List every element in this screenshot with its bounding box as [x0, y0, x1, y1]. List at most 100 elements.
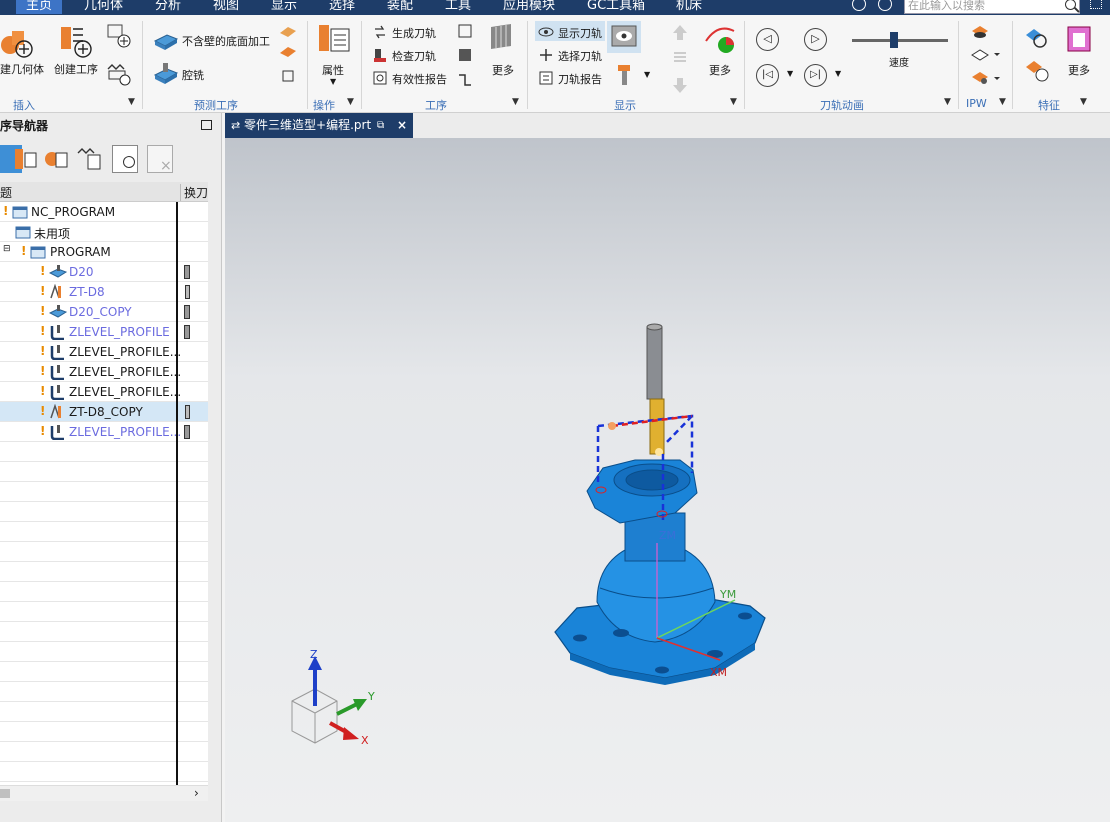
zlevel-op-icon [50, 345, 64, 360]
menu-display[interactable]: 显示 [271, 0, 297, 14]
step-back-icon[interactable]: ◁ [756, 28, 779, 51]
tool-change-icon [184, 265, 190, 279]
warning-icon: ! [3, 204, 9, 218]
zm-label: ZM [659, 529, 677, 542]
group-ipw-label: IPW [966, 97, 987, 110]
graphics-viewport[interactable]: ZM YM XM Z Y X [225, 138, 1110, 822]
path-report-button[interactable]: 刀轨报告 [558, 71, 602, 87]
collapse-icon[interactable]: ⊟ [3, 244, 11, 254]
menu-select[interactable]: 选择 [329, 0, 355, 14]
popout-icon[interactable]: ⧉ [377, 113, 384, 138]
play-icon[interactable]: ▷ [804, 28, 827, 51]
cavity-mill-button[interactable]: 腔铣 [182, 67, 204, 83]
report-icon [373, 71, 387, 85]
restore-icon[interactable] [201, 120, 212, 130]
chevron-down-icon[interactable]: ▼ [128, 97, 135, 107]
floor-wall-op-icon [49, 305, 67, 318]
chevron-down-icon[interactable]: ▼ [730, 97, 737, 107]
chevron-down-icon[interactable]: ▼ [347, 97, 354, 107]
chevron-right-icon[interactable]: › [194, 786, 199, 800]
select-path-button[interactable]: 选择刀轨 [558, 48, 602, 64]
tree-row-label: ZLEVEL_PROFILE... [69, 365, 182, 379]
warning-icon: ! [40, 264, 46, 278]
menu-machine[interactable]: 机床 [676, 0, 702, 14]
chevron-down-icon[interactable]: ▼ [1080, 97, 1087, 107]
document-tab-bar: ⇄ 零件三维造型+编程.prt ⧉ × [225, 113, 1110, 138]
create-operation-button[interactable]: 创建工序 [54, 61, 98, 77]
tree-row-label: ZLEVEL_PROFILE... [69, 345, 182, 359]
create-method-icon[interactable] [106, 23, 132, 49]
more-feature-button[interactable]: 更多 [1068, 62, 1090, 78]
more-process-icon [491, 24, 511, 49]
ipw-icons[interactable] [968, 23, 1002, 93]
remove-column-icon[interactable]: × [147, 145, 173, 174]
create-geometry-button[interactable]: 建几何体 [0, 61, 44, 77]
group-insert-label: 插入 [13, 99, 35, 112]
chevron-down-icon[interactable]: ▼ [787, 69, 793, 78]
machine-view-icon[interactable] [13, 145, 39, 173]
document-tab[interactable]: ⇄ 零件三维造型+编程.prt ⧉ × [225, 113, 413, 138]
maximize-icon[interactable] [1090, 0, 1102, 9]
speed-slider[interactable] [852, 39, 948, 42]
warning-icon: ! [40, 404, 46, 418]
menu-gc-toolkit[interactable]: GC工具箱 [587, 0, 645, 14]
horizontal-scrollbar[interactable]: › [0, 785, 208, 801]
frown-icon[interactable] [878, 0, 892, 11]
menu-tools[interactable]: 工具 [445, 0, 471, 14]
chevron-down-icon[interactable]: ▼ [999, 97, 1006, 107]
create-tool-icon[interactable] [106, 61, 132, 87]
navigator-toolbar: × [0, 141, 222, 179]
tree-row-label: D20 [69, 265, 94, 279]
tool-change-icon [185, 285, 190, 299]
close-icon[interactable]: × [397, 113, 407, 138]
process-small-icons[interactable] [456, 23, 476, 89]
column-tool-change-header[interactable]: 换刀 [180, 184, 208, 201]
column-name-header[interactable]: 题 [0, 184, 12, 201]
predefined-small-icons[interactable] [278, 23, 298, 93]
scrollbar-thumb[interactable] [0, 789, 10, 798]
validity-report-button[interactable]: 有效性报告 [392, 71, 447, 87]
model-scene [291, 323, 766, 744]
more-process-button[interactable]: 更多 [492, 62, 514, 78]
sync-icon: ⇄ [231, 119, 241, 132]
chevron-down-icon[interactable]: ▼ [644, 70, 650, 79]
properties-button[interactable]: 属性 [322, 62, 344, 78]
tree-row-label: ZLEVEL_PROFILE... [69, 385, 182, 399]
chevron-down-icon[interactable]: ▼ [835, 69, 841, 78]
chevron-down-icon[interactable]: ▼ [944, 97, 951, 107]
skip-back-icon[interactable]: |◁ [756, 64, 779, 87]
floor-wall-op-icon [49, 265, 67, 278]
menu-assembly[interactable]: 装配 [387, 0, 413, 14]
display-arrows-icon[interactable] [670, 23, 690, 95]
show-path-button[interactable]: 显示刀轨 [558, 25, 602, 41]
more-display-button[interactable]: 更多 [709, 62, 731, 78]
feature-icons[interactable] [1022, 25, 1052, 91]
menu-analysis[interactable]: 分析 [155, 0, 181, 14]
generate-path-button[interactable]: 生成刀轨 [392, 25, 436, 41]
menu-geometry[interactable]: 几何体 [84, 0, 123, 14]
menu-applications[interactable]: 应用模块 [503, 0, 555, 14]
group-feature-label: 特征 [1038, 99, 1060, 112]
z-label: Z [310, 648, 318, 661]
display-mode-icon[interactable] [610, 24, 638, 50]
create-geometry-icon [1, 31, 33, 58]
menu-view[interactable]: 视图 [213, 0, 239, 14]
floor-wall-button[interactable]: 不含壁的底面加工 [182, 33, 270, 49]
search-icon[interactable] [1065, 0, 1076, 10]
add-column-icon[interactable] [112, 145, 138, 173]
select-path-icon [540, 49, 552, 61]
skip-forward-icon[interactable]: ▷| [804, 64, 827, 87]
speed-slider-thumb[interactable] [890, 32, 898, 48]
divider [527, 21, 528, 109]
geometry-view-icon[interactable] [44, 145, 70, 173]
chevron-down-icon[interactable]: ▼ [330, 77, 336, 86]
method-view-icon[interactable] [76, 145, 102, 173]
x-label: X [361, 734, 369, 747]
chevron-down-icon[interactable]: ▼ [512, 97, 519, 107]
drill-op-icon [50, 284, 61, 299]
smile-icon[interactable] [852, 0, 866, 11]
tool-display-icon[interactable] [614, 63, 634, 87]
verify-path-button[interactable]: 检查刀轨 [392, 48, 436, 64]
menu-home[interactable]: 主页 [16, 0, 63, 14]
search-input[interactable]: 在此输入以搜索 [904, 0, 1080, 14]
